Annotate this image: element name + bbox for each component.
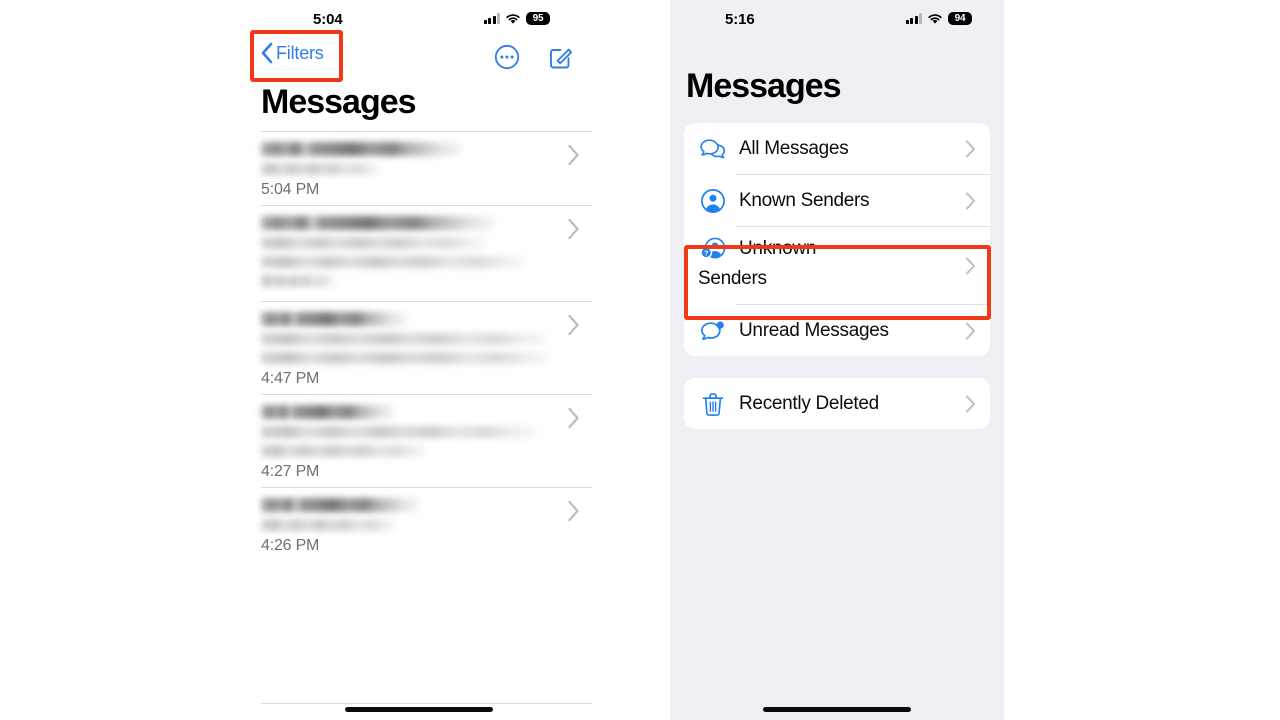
redacted-sender-name xyxy=(261,216,494,231)
filters-group-secondary: Recently Deleted xyxy=(684,378,990,430)
chevron-right-icon xyxy=(965,140,976,158)
redacted-preview-text xyxy=(261,163,379,176)
status-bar-time: 5:16 xyxy=(725,11,755,28)
redacted-sender-name xyxy=(261,498,419,513)
person-question-mark-icon: ? xyxy=(698,234,728,264)
home-indicator xyxy=(344,707,493,712)
filter-label: Known Senders xyxy=(739,190,870,212)
person-circle-icon xyxy=(698,186,728,216)
redacted-preview-text xyxy=(261,519,396,532)
conversation-row[interactable]: 4:27 PM xyxy=(261,395,592,489)
conversation-row[interactable]: 5:04 PM xyxy=(261,132,592,207)
list-bottom-separator xyxy=(261,703,592,704)
battery-level: 94 xyxy=(948,12,972,25)
redacted-preview-text xyxy=(261,352,549,365)
left-page-title: Messages xyxy=(261,83,417,121)
redacted-sender-name xyxy=(261,405,394,420)
chevron-left-icon xyxy=(261,42,273,64)
chevron-right-icon xyxy=(965,395,976,413)
signal-bars-icon xyxy=(905,13,922,24)
filter-label: All Messages xyxy=(739,138,849,160)
redacted-preview-text xyxy=(261,445,426,458)
svg-text:?: ? xyxy=(704,249,709,258)
two-speech-bubbles-icon xyxy=(698,134,728,164)
trash-icon xyxy=(698,389,728,419)
conversation-row[interactable]: 4:47 PM xyxy=(261,302,592,396)
redacted-sender-name xyxy=(261,142,461,157)
chevron-right-icon xyxy=(965,322,976,340)
filters-back-label: Filters xyxy=(276,42,324,63)
conversation-list: 5:04 PM 4:47 PM 4:27 PM 4:26 PM xyxy=(261,131,592,561)
filter-label-line-1: Unknown xyxy=(739,238,817,260)
left-status-bar: 5:04 95 xyxy=(245,0,592,34)
filters-back-button[interactable]: Filters xyxy=(260,42,324,64)
left-phone-screen: 5:04 95 Filters Messages 5:04 PM 4:47 PM… xyxy=(245,0,592,720)
compose-square-pencil-icon[interactable] xyxy=(548,44,574,70)
ellipsis-circle-icon[interactable] xyxy=(494,44,520,70)
filter-label-wrapped: Unknown Senders xyxy=(698,234,817,293)
wifi-icon xyxy=(506,13,520,24)
conversation-timestamp: 4:27 PM xyxy=(261,463,320,481)
home-indicator xyxy=(763,707,911,712)
speech-bubble-badge-icon xyxy=(698,316,728,346)
redacted-sender-name xyxy=(261,312,406,327)
status-bar-time: 5:04 xyxy=(313,11,343,28)
filter-row-known-senders[interactable]: Known Senders xyxy=(684,175,990,226)
chevron-right-icon xyxy=(965,192,976,210)
left-nav-bar: Filters xyxy=(245,34,592,80)
filter-row-all-messages[interactable]: All Messages xyxy=(684,123,990,174)
conversation-timestamp: 5:04 PM xyxy=(261,181,320,199)
battery-level: 95 xyxy=(526,12,550,25)
right-page-title: Messages xyxy=(686,67,842,105)
signal-bars-icon xyxy=(483,13,500,24)
status-bar-indicators: 95 xyxy=(483,12,550,25)
chevron-right-icon xyxy=(568,145,579,166)
screenshot-stage: 5:04 95 Filters Messages 5:04 PM 4:47 PM… xyxy=(0,0,1280,720)
chevron-right-icon xyxy=(568,219,579,240)
chevron-right-icon xyxy=(568,408,579,429)
conversation-timestamp: 4:26 PM xyxy=(261,537,320,555)
left-nav-actions xyxy=(494,44,574,70)
redacted-preview-text xyxy=(261,237,486,250)
redacted-preview-text xyxy=(261,256,524,269)
filter-label: Unread Messages xyxy=(739,320,889,342)
conversation-row[interactable] xyxy=(261,206,592,303)
filters-group-primary: All Messages Known Senders ? Unknown Sen… xyxy=(684,123,990,357)
filter-label: Recently Deleted xyxy=(739,393,879,415)
chevron-right-icon xyxy=(965,257,976,275)
chevron-right-icon xyxy=(568,315,579,336)
filter-row-unknown-senders[interactable]: ? Unknown Senders xyxy=(684,227,990,304)
conversation-row[interactable]: 4:26 PM xyxy=(261,488,592,561)
redacted-preview-text xyxy=(261,426,536,439)
filter-label-line-2: Senders xyxy=(698,267,767,289)
conversation-timestamp: 4:47 PM xyxy=(261,370,320,388)
right-status-bar: 5:16 94 xyxy=(670,0,1004,34)
chevron-right-icon xyxy=(568,501,579,522)
filter-row-unread-messages[interactable]: Unread Messages xyxy=(684,305,990,356)
status-bar-indicators: 94 xyxy=(905,12,972,25)
redacted-preview-text xyxy=(261,275,335,288)
filter-row-recently-deleted[interactable]: Recently Deleted xyxy=(684,378,990,429)
redacted-preview-text xyxy=(261,333,546,346)
wifi-icon xyxy=(928,13,942,24)
right-phone-screen: 5:16 94 Messages All Messages Known Send… xyxy=(670,0,1004,720)
